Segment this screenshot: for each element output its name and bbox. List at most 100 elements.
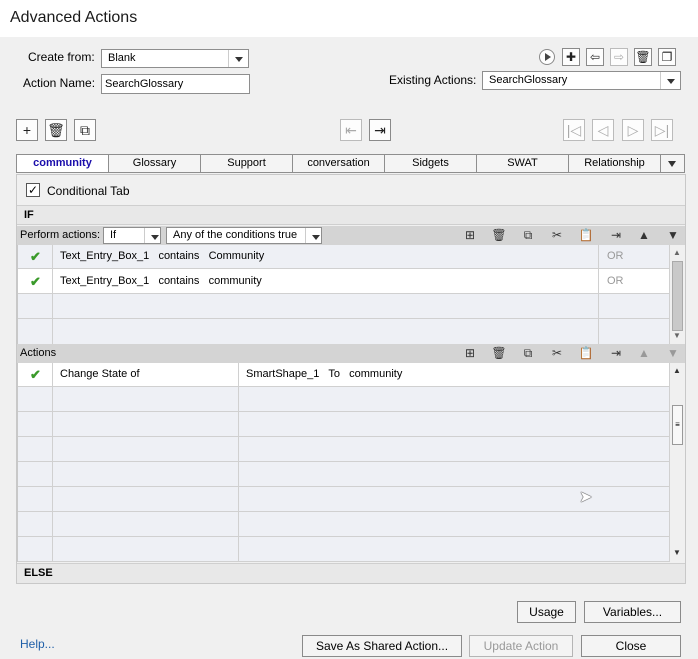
action-name-input[interactable]: SearchGlossary — [101, 74, 250, 94]
title-bar: Advanced Actions — [0, 0, 698, 37]
action-name-label: Action Name: — [23, 76, 96, 90]
move-right-icon: ⇥ — [374, 122, 386, 138]
decision-tabs: community Glossary Support conversation … — [16, 154, 685, 173]
tab-support[interactable]: Support — [201, 155, 293, 172]
conditional-tab-checkbox[interactable]: ✓ — [26, 183, 40, 197]
duplicate-icon: ⧉ — [80, 122, 90, 138]
duplicate-icon: ❐ — [661, 50, 673, 64]
cut-icon[interactable]: ✂ — [549, 227, 565, 243]
scroll-down-icon[interactable]: ▼ — [673, 331, 681, 340]
duplicate-decision-button[interactable]: ⧉ — [74, 119, 96, 141]
last-icon: ▷| — [654, 122, 670, 138]
checkmark-icon: ✓ — [27, 183, 39, 197]
mouse-cursor-icon: ➤ — [579, 489, 593, 506]
chevron-down-icon — [228, 50, 248, 67]
copy-icon[interactable]: ⧉ — [520, 227, 536, 243]
tabs-overflow-button[interactable] — [661, 155, 684, 172]
condition-row-empty[interactable] — [18, 319, 670, 344]
chevron-down-icon — [660, 72, 680, 89]
trash-icon[interactable]: 🗑 — [491, 345, 507, 361]
add-action-button[interactable]: ✚ — [562, 48, 580, 66]
condition-type-value: Any of the conditions true — [173, 229, 298, 241]
condition-operator: OR — [607, 275, 624, 287]
delete-action-button[interactable]: 🗑 — [634, 48, 652, 66]
indent-icon[interactable]: ⇥ — [608, 227, 624, 243]
create-from-dropdown[interactable]: Blank — [101, 49, 249, 68]
close-button[interactable]: Close — [581, 635, 681, 657]
move-up-icon[interactable]: ▲ — [636, 227, 652, 243]
conditional-tab-label: Conditional Tab — [47, 184, 130, 198]
usage-button[interactable]: Usage — [517, 601, 576, 623]
action-target: SmartShape_1 To community — [246, 368, 403, 380]
scroll-thumb[interactable]: ≡ — [672, 405, 683, 445]
chevron-down-icon — [305, 228, 321, 243]
previous-button[interactable]: ◁ — [592, 119, 614, 141]
scroll-up-icon[interactable]: ▲ — [673, 248, 681, 257]
tab-sidgets[interactable]: Sidgets — [385, 155, 477, 172]
scroll-down-icon[interactable]: ▼ — [673, 548, 681, 557]
update-action-button[interactable]: Update Action — [469, 635, 573, 657]
tab-relationship[interactable]: Relationship — [569, 155, 661, 172]
tab-swat[interactable]: SWAT — [477, 155, 569, 172]
conditions-scrollbar[interactable]: ▲ ▼ — [669, 245, 685, 344]
action-command: Change State of — [60, 368, 140, 380]
preview-button[interactable] — [539, 49, 555, 65]
actions-header: Actions ⊞ 🗑 ⧉ ✂ 📋 ⇥ ▲ ▼ — [17, 344, 685, 363]
move-left-icon: ⇤ — [345, 122, 357, 138]
tab-community[interactable]: community — [17, 155, 109, 172]
condition-operator: OR — [607, 250, 624, 262]
first-icon: |◁ — [566, 122, 582, 138]
move-down-icon[interactable]: ▼ — [665, 345, 681, 361]
condition-row[interactable]: ✔ Text_Entry_Box_1 contains Community OR — [18, 245, 670, 269]
export-icon: ⇨ — [613, 50, 625, 64]
tab-glossary[interactable]: Glossary — [109, 155, 201, 172]
add-decision-button[interactable]: + — [16, 119, 38, 141]
existing-actions-dropdown[interactable]: SearchGlossary — [482, 71, 681, 90]
conditions-grid: ✔ Text_Entry_Box_1 contains Community OR… — [17, 245, 670, 344]
action-row[interactable]: ✔ Change State of SmartShape_1 To commun… — [18, 363, 670, 387]
insert-row-icon[interactable]: ⊞ — [462, 227, 478, 243]
scroll-up-icon[interactable]: ▲ — [673, 366, 681, 375]
condition-row[interactable]: ✔ Text_Entry_Box_1 contains community OR — [18, 269, 670, 294]
next-button[interactable]: ▷ — [622, 119, 644, 141]
create-from-value: Blank — [108, 52, 136, 64]
help-link[interactable]: Help... — [20, 637, 55, 651]
first-button[interactable]: |◁ — [563, 119, 585, 141]
previous-icon: ◁ — [597, 122, 609, 138]
check-icon: ✔ — [30, 274, 41, 289]
insert-row-icon[interactable]: ⊞ — [462, 345, 478, 361]
create-from-label: Create from: — [28, 50, 95, 64]
variables-button[interactable]: Variables... — [584, 601, 681, 623]
trash-icon[interactable]: 🗑 — [491, 227, 507, 243]
delete-decision-button[interactable]: 🗑 — [45, 119, 67, 141]
paste-icon[interactable]: 📋 — [578, 345, 594, 361]
import-button[interactable]: ⇦ — [586, 48, 604, 66]
chevron-down-icon — [144, 228, 160, 243]
copy-icon[interactable]: ⧉ — [520, 345, 536, 361]
else-section-header: ELSE — [17, 563, 685, 583]
next-icon: ▷ — [627, 122, 639, 138]
move-left-button[interactable]: ⇤ — [340, 119, 362, 141]
save-as-shared-action-button[interactable]: Save As Shared Action... — [302, 635, 462, 657]
actions-scrollbar[interactable]: ▲ ≡ ▼ — [669, 363, 685, 562]
move-down-icon[interactable]: ▼ — [665, 227, 681, 243]
move-up-icon[interactable]: ▲ — [636, 345, 652, 361]
indent-icon[interactable]: ⇥ — [608, 345, 624, 361]
duplicate-action-button[interactable]: ❐ — [658, 48, 676, 66]
trash-icon: 🗑 — [47, 122, 65, 138]
perform-actions-dropdown[interactable]: If — [103, 227, 161, 244]
existing-actions-label: Existing Actions: — [389, 73, 477, 87]
move-right-button[interactable]: ⇥ — [369, 119, 391, 141]
else-label: ELSE — [24, 567, 53, 579]
last-button[interactable]: ▷| — [651, 119, 673, 141]
action-rows-empty[interactable] — [18, 387, 670, 562]
window-title: Advanced Actions — [10, 9, 138, 26]
paste-icon[interactable]: 📋 — [578, 227, 594, 243]
condition-row-empty[interactable] — [18, 294, 670, 319]
trash-icon: 🗑 — [635, 50, 651, 64]
scroll-thumb[interactable] — [672, 261, 683, 331]
condition-type-dropdown[interactable]: Any of the conditions true — [166, 227, 322, 244]
cut-icon[interactable]: ✂ — [549, 345, 565, 361]
export-button[interactable]: ⇨ — [610, 48, 628, 66]
tab-conversation[interactable]: conversation — [293, 155, 385, 172]
